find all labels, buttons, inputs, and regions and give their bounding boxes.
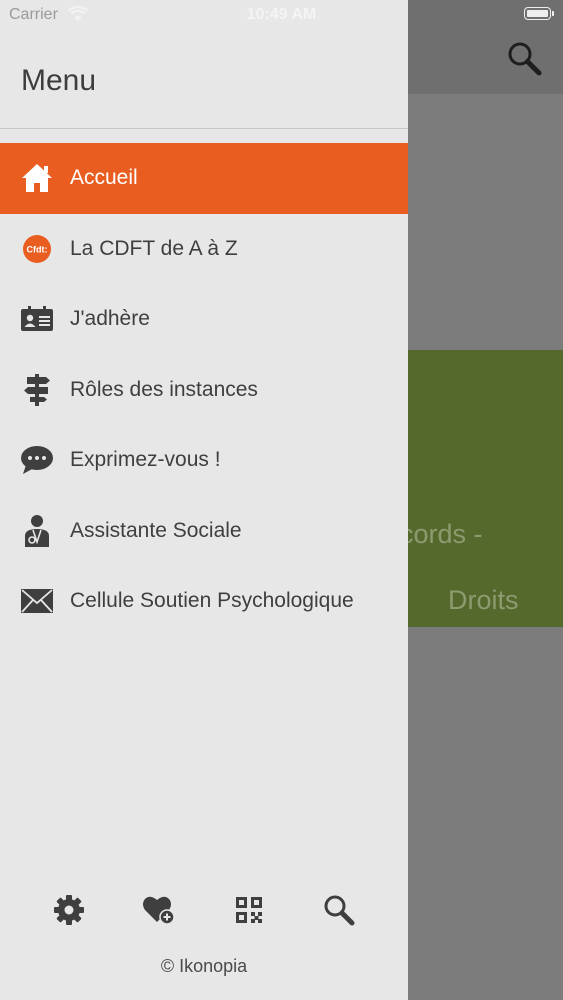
menu-item-cellule[interactable]: Cellule Soutien Psychologique bbox=[0, 566, 408, 637]
menu-item-label: Rôles des instances bbox=[70, 377, 258, 401]
clock-time: 10:49 AM bbox=[246, 6, 317, 23]
envelope-icon bbox=[20, 584, 54, 618]
drawer-menu: Accueil Cfdt: La CDFT de A à Z J'adhère … bbox=[0, 143, 408, 637]
menu-item-label: Cellule Soutien Psychologique bbox=[70, 589, 354, 613]
copyright-text: © Ikonopia bbox=[160, 956, 248, 976]
home-icon bbox=[20, 161, 54, 195]
side-drawer: Menu Accueil Cfdt: La CDFT de A à Z J'ad… bbox=[0, 0, 408, 1000]
drawer-title: Menu bbox=[21, 64, 97, 97]
menu-item-adhesion[interactable]: J'adhère bbox=[0, 284, 408, 355]
menu-item-label: Assistante Sociale bbox=[70, 518, 242, 542]
favorite-add-icon[interactable] bbox=[139, 890, 179, 930]
status-bar: Carrier 10:49 AM bbox=[0, 0, 563, 30]
member-card-icon bbox=[20, 302, 54, 336]
battery-icon bbox=[524, 7, 551, 20]
menu-item-label: Accueil bbox=[70, 166, 138, 190]
divider bbox=[0, 128, 408, 129]
tile-text-line1: cords - bbox=[400, 519, 483, 549]
footer-toolbar bbox=[0, 890, 408, 932]
settings-icon[interactable] bbox=[49, 890, 89, 930]
search-icon[interactable] bbox=[506, 40, 542, 76]
search-icon[interactable] bbox=[319, 890, 359, 930]
background-tile-text: cords - Droits bbox=[400, 452, 563, 650]
battery-tip bbox=[552, 11, 554, 16]
signpost-icon bbox=[20, 373, 54, 407]
qr-code-icon[interactable] bbox=[229, 890, 269, 930]
menu-item-label: J'adhère bbox=[70, 307, 150, 331]
tile-text-line2: Droits bbox=[448, 585, 519, 615]
speech-bubble-icon bbox=[20, 443, 54, 477]
svg-text:Cfdt:: Cfdt: bbox=[27, 244, 48, 254]
menu-item-assistante[interactable]: Assistante Sociale bbox=[0, 496, 408, 567]
menu-item-cfdt[interactable]: Cfdt: La CDFT de A à Z bbox=[0, 214, 408, 285]
person-icon bbox=[20, 514, 54, 548]
menu-item-accueil[interactable]: Accueil bbox=[0, 143, 408, 214]
menu-item-roles[interactable]: Rôles des instances bbox=[0, 355, 408, 426]
menu-item-label: Exprimez-vous ! bbox=[70, 448, 221, 472]
menu-item-exprimez[interactable]: Exprimez-vous ! bbox=[0, 425, 408, 496]
cfdt-logo-icon: Cfdt: bbox=[20, 232, 54, 266]
menu-item-label: La CDFT de A à Z bbox=[70, 236, 238, 260]
